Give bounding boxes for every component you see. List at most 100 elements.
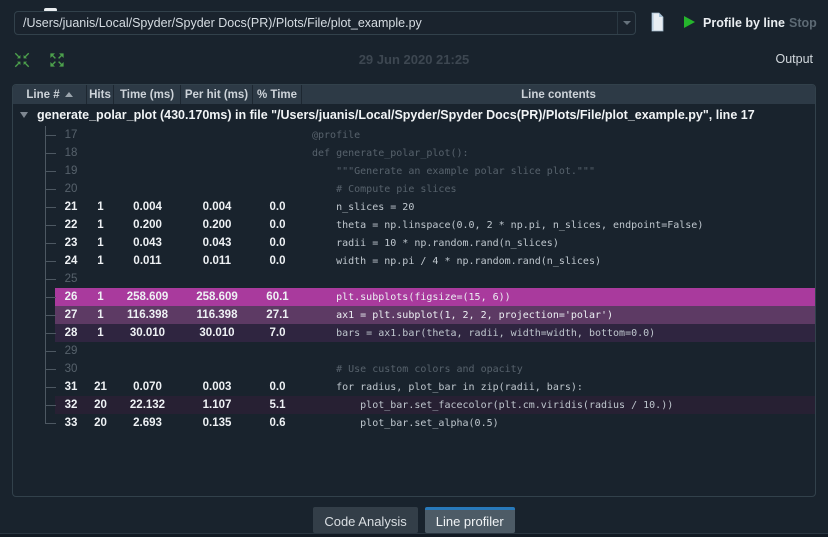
hits-value: 1 xyxy=(97,201,104,213)
collapse-expander-icon[interactable] xyxy=(20,112,28,118)
row-band: 26 1 258.609 258.609 60.1 plt.subplots(figsi… xyxy=(55,288,815,306)
line-contents-code: plot_bar.set_facecolor(plt.cm.viridis(ra… xyxy=(312,399,674,411)
tree-branch xyxy=(13,144,56,162)
row-band: 28 1 30.010 30.010 7.0 bars = ax1.bar(theta,… xyxy=(55,324,815,342)
tree-branch xyxy=(13,126,56,144)
column-header-hits[interactable]: Hits xyxy=(87,85,114,104)
profiler-row-line-26[interactable]: 26 1 258.609 258.609 60.1 plt.subplots(figsi… xyxy=(13,288,815,306)
play-icon[interactable] xyxy=(684,16,695,28)
line-contents-code: ax1 = plt.subplot(1, 2, 2, projection='p… xyxy=(312,309,614,321)
tree-branch xyxy=(13,288,56,306)
line-number: 21 xyxy=(64,201,78,213)
function-root-row[interactable]: generate_polar_plot (430.170ms) in file … xyxy=(13,104,815,126)
profiler-row-line-29[interactable]: 29 xyxy=(13,342,815,360)
percent-time-value: 0.0 xyxy=(269,201,286,213)
tree-branch xyxy=(13,216,56,234)
row-band: 24 1 0.011 0.011 0.0 width = np.pi / 4 * np.… xyxy=(55,252,815,270)
stop-button[interactable]: Stop xyxy=(789,11,817,35)
profiler-row-line-33[interactable]: 33 20 2.693 0.135 0.6 plot_bar.set_alpha(0.5… xyxy=(13,414,815,432)
per-hit-ms-value: 0.003 xyxy=(202,381,232,393)
line-number: 27 xyxy=(64,309,78,321)
time-ms-value: 0.011 xyxy=(133,255,162,267)
line-contents-code: n_slices = 20 xyxy=(312,201,415,213)
profile-by-line-button[interactable]: Profile by line xyxy=(703,11,785,35)
profiler-rows: 17 @profile 18 def generate_polar_plot(): 19… xyxy=(13,126,815,432)
percent-time-value: 60.1 xyxy=(266,291,289,303)
secondary-toolbar: 29 Jun 2020 21:25 Output xyxy=(0,45,828,77)
time-ms-value: 0.043 xyxy=(133,237,162,249)
row-band: 32 20 22.132 1.107 5.1 plot_bar.set_facecolo… xyxy=(55,396,815,414)
output-label[interactable]: Output xyxy=(775,52,813,66)
time-ms-value: 258.609 xyxy=(126,291,169,303)
per-hit-ms-value: 0.200 xyxy=(202,219,232,231)
column-header-per-hit[interactable]: Per hit (ms) xyxy=(181,85,253,104)
line-number: 19 xyxy=(64,165,78,177)
profiler-row-line-25[interactable]: 25 xyxy=(13,270,815,288)
select-file-button[interactable] xyxy=(649,12,665,37)
percent-time-value: 5.1 xyxy=(269,399,286,411)
time-ms-value: 22.132 xyxy=(129,399,166,411)
hits-value: 1 xyxy=(97,309,104,321)
bottom-edge-bar xyxy=(0,533,828,537)
column-header-time[interactable]: Time (ms) xyxy=(114,85,181,104)
line-contents-code: def generate_polar_plot(): xyxy=(312,147,469,159)
tree-branch xyxy=(13,252,56,270)
line-number: 30 xyxy=(64,363,78,375)
row-band: 22 1 0.200 0.200 0.0 theta = np.linspace(0.0… xyxy=(55,216,815,234)
per-hit-ms-value: 0.135 xyxy=(202,417,232,429)
column-header-percent-time[interactable]: % Time xyxy=(253,85,302,104)
time-ms-value: 0.200 xyxy=(133,219,162,231)
combobox-dropdown-button[interactable] xyxy=(617,12,635,34)
per-hit-ms-value: 30.010 xyxy=(199,327,235,339)
hits-value: 1 xyxy=(97,291,104,303)
line-profiler-pane: Profile by line Stop xyxy=(0,0,828,537)
time-ms-value: 0.070 xyxy=(133,381,162,393)
profiler-row-line-22[interactable]: 22 1 0.200 0.200 0.0 theta = np.linspace(0.0… xyxy=(13,216,815,234)
tab-code-analysis[interactable]: Code Analysis xyxy=(313,507,418,533)
profiler-row-line-23[interactable]: 23 1 0.043 0.043 0.0 radii = 10 * np.random.… xyxy=(13,234,815,252)
profiler-row-line-19[interactable]: 19 """Generate an example polar slice pl… xyxy=(13,162,815,180)
hits-value: 21 xyxy=(94,381,107,393)
line-number: 22 xyxy=(64,219,78,231)
hits-value: 1 xyxy=(97,219,104,231)
line-number: 23 xyxy=(64,237,78,249)
profiler-row-line-27[interactable]: 27 1 116.398 116.398 27.1 ax1 = plt.subplot(… xyxy=(13,306,815,324)
percent-time-value: 0.0 xyxy=(269,219,286,231)
line-contents-code: bars = ax1.bar(theta, radii, width=width… xyxy=(312,327,656,339)
tree-branch xyxy=(13,270,56,288)
chevron-down-icon xyxy=(622,21,631,25)
line-contents-code: plot_bar.set_alpha(0.5) xyxy=(312,417,499,429)
line-number: 18 xyxy=(64,147,78,159)
file-path-input[interactable] xyxy=(15,16,617,30)
row-band: 18 def generate_polar_plot(): xyxy=(55,144,815,162)
per-hit-ms-value: 0.011 xyxy=(202,255,232,267)
hits-value: 20 xyxy=(94,399,107,411)
function-summary: generate_polar_plot (430.170ms) in file … xyxy=(37,108,755,122)
profiler-row-line-32[interactable]: 32 20 22.132 1.107 5.1 plot_bar.set_facecolo… xyxy=(13,396,815,414)
column-header-line[interactable]: Line # xyxy=(13,85,87,104)
profiler-row-line-24[interactable]: 24 1 0.011 0.011 0.0 width = np.pi / 4 * np.… xyxy=(13,252,815,270)
file-icon xyxy=(651,12,664,32)
tree-branch xyxy=(13,324,56,342)
profiler-table: Line # Hits Time (ms) Per hit (ms) % Tim… xyxy=(12,84,816,497)
profiler-row-line-20[interactable]: 20 # Compute pie slices xyxy=(13,180,815,198)
profiler-row-line-17[interactable]: 17 @profile xyxy=(13,126,815,144)
line-contents-code: width = np.pi / 4 * np.random.rand(n_sli… xyxy=(312,255,601,267)
tree-branch xyxy=(13,414,56,432)
column-header-label: Line # xyxy=(26,88,60,101)
row-band: 17 @profile xyxy=(55,126,815,144)
hits-value: 1 xyxy=(97,237,104,249)
profiler-row-line-31[interactable]: 31 21 0.070 0.003 0.0 for radius, plot_bar i… xyxy=(13,378,815,396)
tree-branch xyxy=(13,378,56,396)
line-number: 31 xyxy=(64,381,78,393)
profiler-row-line-21[interactable]: 21 1 0.004 0.004 0.0 n_slices = 20 xyxy=(13,198,815,216)
profiler-row-line-30[interactable]: 30 # Use custom colors and opacity xyxy=(13,360,815,378)
tab-line-profiler[interactable]: Line profiler xyxy=(424,507,515,533)
file-path-combobox[interactable] xyxy=(14,11,636,35)
row-band: 30 # Use custom colors and opacity xyxy=(55,360,815,378)
profiler-row-line-28[interactable]: 28 1 30.010 30.010 7.0 bars = ax1.bar(theta,… xyxy=(13,324,815,342)
per-hit-ms-value: 258.609 xyxy=(196,291,238,303)
column-header-line-contents[interactable]: Line contents xyxy=(302,85,815,104)
line-contents-code: # Use custom colors and opacity xyxy=(312,363,523,375)
profiler-row-line-18[interactable]: 18 def generate_polar_plot(): xyxy=(13,144,815,162)
